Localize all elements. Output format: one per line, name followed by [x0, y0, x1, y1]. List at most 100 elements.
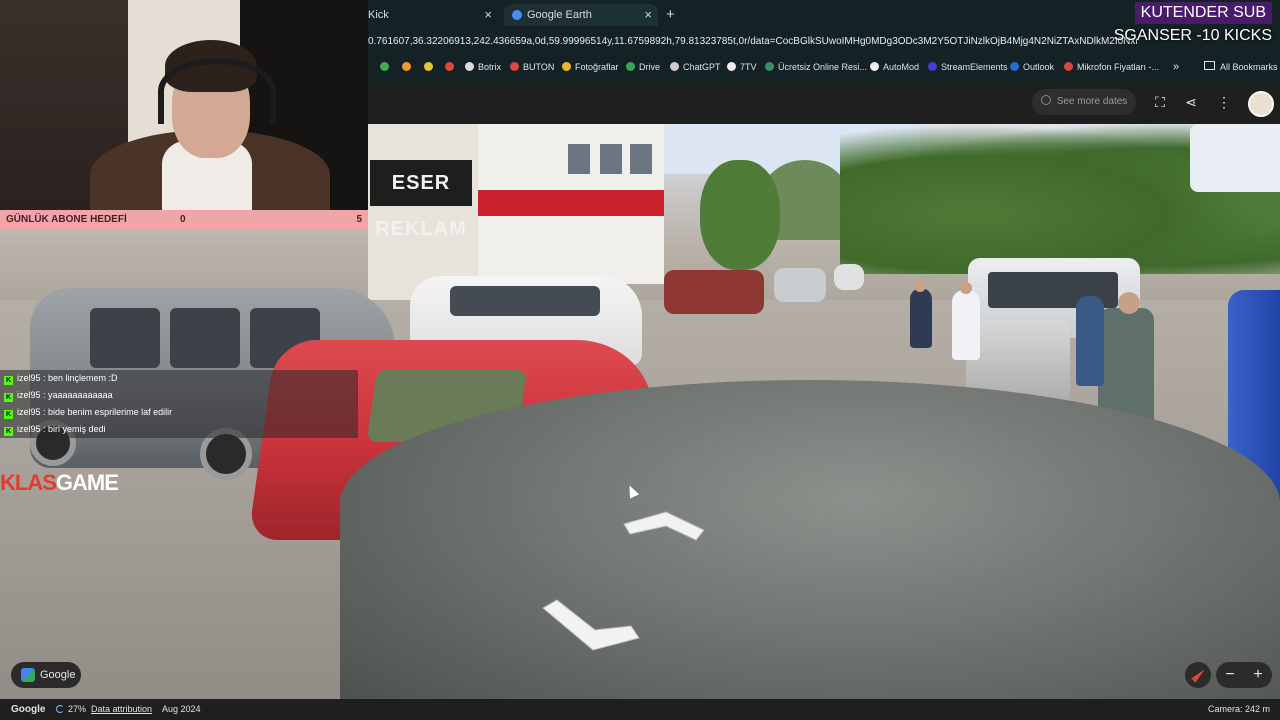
- bookmark-label: Drive: [639, 62, 661, 72]
- bookmark-buton[interactable]: BUTON: [510, 56, 554, 78]
- bookmark-green-icon: [380, 62, 389, 71]
- loading-percent: 27%: [68, 704, 87, 714]
- bookmark-7tv[interactable]: 7TV: [727, 56, 757, 78]
- bookmark-label: 7TV: [740, 62, 757, 72]
- outlook-icon: [1010, 62, 1019, 71]
- avatar[interactable]: [1248, 91, 1274, 117]
- chat-user: izel95: [17, 407, 41, 417]
- bookmark-automod[interactable]: AutoMod: [870, 56, 919, 78]
- 7tv-icon: [727, 62, 736, 71]
- close-icon[interactable]: ×: [644, 4, 652, 26]
- mikrofon-icon: [1064, 62, 1073, 71]
- bookmark-photos[interactable]: Fotoğraflar: [562, 56, 619, 78]
- all-bookmarks[interactable]: All Bookmarks: [1204, 56, 1278, 78]
- nav-arrow-back-icon[interactable]: [535, 598, 645, 654]
- bookmark-botrix[interactable]: Botrix: [465, 56, 501, 78]
- address-bar[interactable]: 0.761607,36.32206913,242.436659a,0d,59.9…: [368, 30, 1138, 54]
- bookmark-streamelements[interactable]: StreamElements: [928, 56, 1008, 78]
- sub-alert-title: KUTENDER SUB: [1134, 2, 1272, 24]
- google-logo-icon: [21, 668, 35, 682]
- chat-user: izel95: [17, 424, 41, 434]
- loading-indicator: 27%: [56, 699, 86, 720]
- share-icon[interactable]: ⋖: [1181, 92, 1201, 112]
- google-button-label: Google: [40, 669, 76, 681]
- chat-user: izel95: [17, 390, 41, 400]
- bookmark-orange[interactable]: [402, 56, 415, 78]
- bookmark-label: Botrix: [478, 62, 502, 72]
- see-more-dates-label: See more dates: [1056, 96, 1128, 107]
- pedestrian-head: [1118, 292, 1140, 314]
- bookmark-red-icon: [445, 62, 454, 71]
- bookmark-mikrofon[interactable]: Mikrofon Fiyatları -...: [1064, 56, 1159, 78]
- chat-overlay: Kizel95 : ben linçlemem :D Kizel95 : yaa…: [0, 370, 358, 438]
- parked-car: [664, 270, 764, 314]
- data-attribution-link[interactable]: Data attribution: [91, 699, 152, 720]
- pedestrian-head: [914, 280, 926, 292]
- bookmark-outlook[interactable]: Outlook: [1010, 56, 1054, 78]
- see-more-dates-button[interactable]: See more dates: [1032, 89, 1136, 115]
- building-red: [478, 124, 664, 284]
- chat-message: Kizel95 : ben linçlemem :D: [0, 370, 358, 387]
- bookmarks-bar: Botrix BUTON Fotoğraflar Drive ChatGPT 7…: [368, 56, 1280, 78]
- bookmark-rp[interactable]: Ücretsiz Online Resi...: [765, 56, 867, 78]
- more-options-icon[interactable]: ⋮: [1214, 92, 1234, 112]
- chat-text: yaaaaaaaaaaaa: [48, 390, 113, 400]
- google-button[interactable]: Google: [11, 662, 81, 688]
- bookmark-red[interactable]: [445, 56, 458, 78]
- rp-icon: [765, 62, 774, 71]
- google-wordmark: Google: [11, 704, 46, 715]
- new-tab-button[interactable]: +: [666, 4, 675, 26]
- nav-arrow-forward-icon[interactable]: [620, 510, 710, 546]
- car-hood-foreground: [340, 380, 1280, 720]
- storefront-sign: ESER REKLAM: [370, 160, 472, 240]
- status-bar: Google 27% Data attribution Aug 2024 Cam…: [0, 699, 1280, 720]
- chat-message: Kizel95 : bide benim esprilerime laf edi…: [0, 404, 358, 421]
- pedestrian: [1076, 296, 1104, 386]
- compass-icon[interactable]: [1185, 662, 1211, 688]
- goal-label: GÜNLÜK ABONE HEDEFİ: [6, 214, 127, 225]
- close-icon[interactable]: ×: [484, 4, 492, 26]
- capture-date: Aug 2024: [162, 704, 201, 714]
- bookmark-green[interactable]: [380, 56, 393, 78]
- zoom-in-button[interactable]: +: [1244, 662, 1272, 688]
- goal-current: 0: [180, 214, 186, 225]
- screenshot-icon[interactable]: ⛶: [1150, 92, 1170, 112]
- bookmark-label: Mikrofon Fiyatları -...: [1077, 62, 1160, 72]
- automod-icon: [870, 62, 879, 71]
- history-icon: [1040, 95, 1051, 105]
- bookmark-label: Ücretsiz Online Resi...: [778, 62, 868, 72]
- bookmark-orange-icon: [402, 62, 411, 71]
- klasgame-logo: KLASGAME: [0, 470, 119, 496]
- tab-label: Google Earth: [527, 9, 592, 21]
- tab-google-earth[interactable]: Google Earth ×: [504, 4, 658, 26]
- bookmark-label: Outlook: [1023, 62, 1055, 72]
- earth-globe-icon: [512, 10, 522, 20]
- bookmark-label: AutoMod: [883, 62, 920, 72]
- goal-max: 5: [356, 214, 362, 225]
- logo-part-a: KLAS: [0, 470, 57, 495]
- kick-badge-icon: K: [4, 376, 13, 385]
- drive-icon: [626, 62, 635, 71]
- chat-user: izel95: [17, 373, 41, 383]
- bookmark-label: All Bookmarks: [1220, 62, 1278, 72]
- zoom-out-button[interactable]: −: [1216, 662, 1244, 688]
- more-bookmarks-button[interactable]: »: [1173, 56, 1179, 78]
- streamelements-icon: [928, 62, 937, 71]
- chat-message: Kizel95 : yaaaaaaaaaaaa: [0, 387, 358, 404]
- kick-badge-icon: K: [4, 410, 13, 419]
- kick-badge-icon: K: [4, 427, 13, 436]
- pedestrian: [952, 290, 980, 360]
- buton-icon: [510, 62, 519, 71]
- bookmark-yellow[interactable]: [424, 56, 437, 78]
- chat-text: biri yemiş dedi: [48, 424, 106, 434]
- bookmark-chatgpt[interactable]: ChatGPT: [670, 56, 721, 78]
- photos-icon: [562, 62, 571, 71]
- chat-message: Kizel95 : biri yemiş dedi: [0, 421, 358, 438]
- tab-kick[interactable]: Kick ×: [368, 4, 498, 26]
- bookmark-drive[interactable]: Drive: [626, 56, 660, 78]
- logo-part-b: GAME: [55, 470, 119, 495]
- pedestrian-head: [960, 282, 972, 294]
- tree: [700, 160, 780, 270]
- bookmark-label: ChatGPT: [683, 62, 721, 72]
- parked-car: [834, 264, 864, 290]
